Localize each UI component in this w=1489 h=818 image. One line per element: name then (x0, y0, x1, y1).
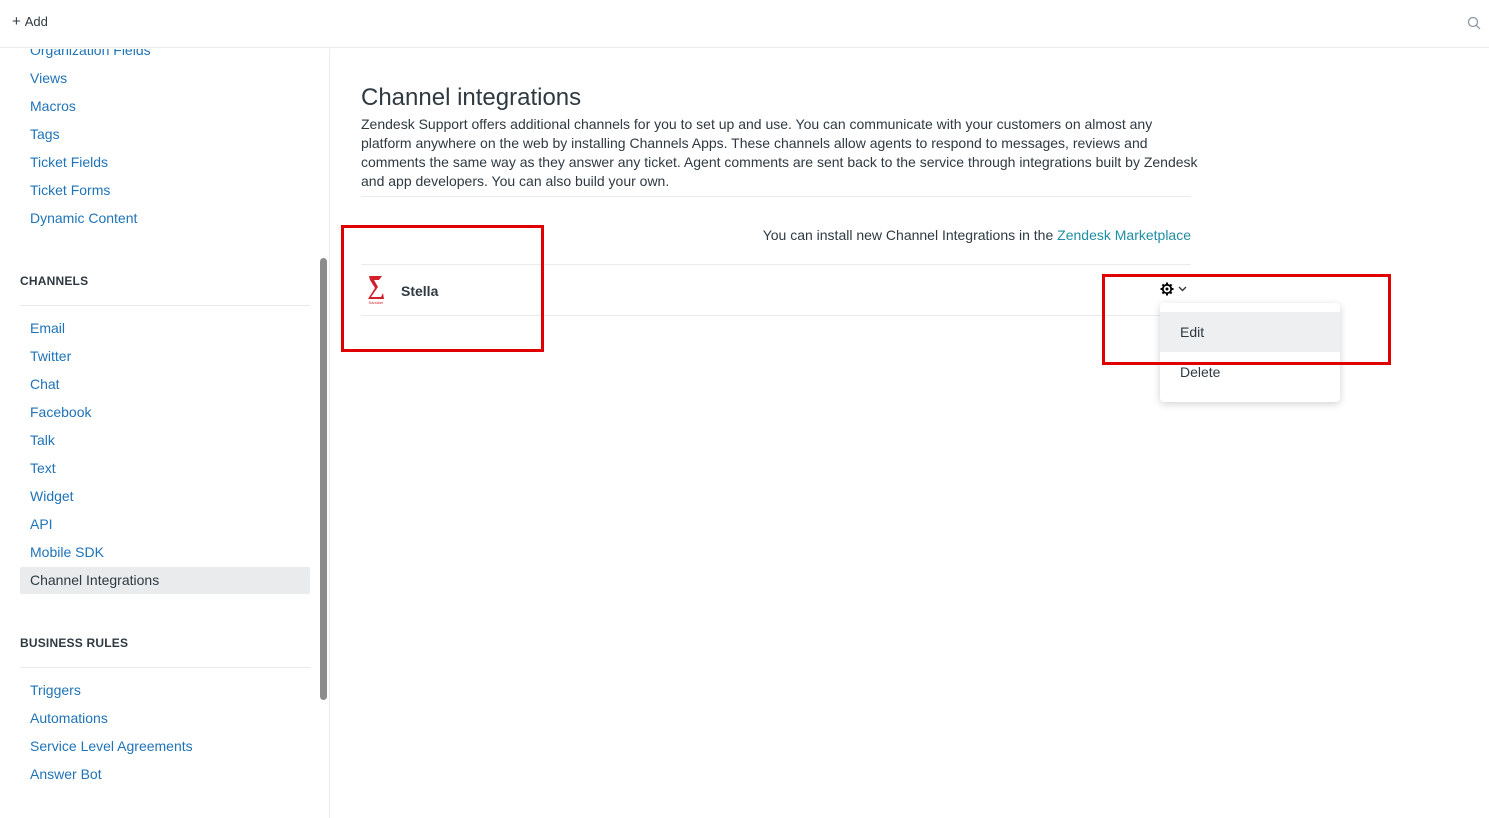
business-rules-heading: BUSINESS RULES (20, 636, 129, 650)
sidebar: Organization Fields Views Macros Tags Ti… (0, 49, 330, 818)
sidebar-item-email[interactable]: Email (30, 320, 65, 336)
sidebar-item-ticket-fields[interactable]: Ticket Fields (30, 154, 108, 170)
page-description: Zendesk Support offers additional channe… (361, 116, 1198, 189)
sidebar-item-answer-bot[interactable]: Answer Bot (30, 766, 102, 782)
sidebar-scrollbar[interactable] (320, 258, 327, 700)
plus-icon: + (12, 13, 21, 30)
sidebar-item-twitter[interactable]: Twitter (30, 348, 71, 364)
sidebar-item-triggers[interactable]: Triggers (30, 682, 81, 698)
sidebar-item-views[interactable]: Views (30, 70, 67, 86)
sidebar-item-channel-integrations[interactable]: Channel Integrations (30, 572, 159, 588)
sidebar-item-facebook[interactable]: Facebook (30, 404, 91, 420)
sidebar-item-chat[interactable]: Chat (30, 376, 60, 392)
add-button[interactable]: + Add (12, 14, 48, 29)
add-label: Add (24, 14, 48, 29)
sidebar-item-macros[interactable]: Macros (30, 98, 76, 114)
install-note: You can install new Channel Integrations… (763, 227, 1191, 243)
sidebar-item-widget[interactable]: Widget (30, 488, 74, 504)
highlight-box-integration (341, 225, 544, 352)
sidebar-item-automations[interactable]: Automations (30, 710, 108, 726)
top-bar: + Add (0, 0, 1489, 48)
highlight-box-actions (1102, 274, 1391, 365)
sidebar-item-dynamic-content[interactable]: Dynamic Content (30, 210, 137, 226)
description-divider (361, 196, 1191, 197)
channels-divider (20, 305, 310, 306)
marketplace-link[interactable]: Zendesk Marketplace (1057, 227, 1191, 243)
sidebar-item-organization-fields[interactable]: Organization Fields (30, 49, 151, 58)
sidebar-item-mobile-sdk[interactable]: Mobile SDK (30, 544, 104, 560)
install-note-text: You can install new Channel Integrations… (762, 227, 1054, 243)
sidebar-item-talk[interactable]: Talk (30, 432, 55, 448)
page-title: Channel integrations (361, 84, 582, 111)
sidebar-item-ticket-forms[interactable]: Ticket Forms (30, 182, 110, 198)
sidebar-item-tags[interactable]: Tags (30, 126, 60, 142)
sidebar-item-api[interactable]: API (30, 516, 53, 532)
sidebar-item-service-level-agreements[interactable]: Service Level Agreements (30, 738, 193, 754)
channels-heading: CHANNELS (20, 274, 89, 288)
business-rules-divider (20, 667, 310, 668)
search-icon[interactable] (1467, 16, 1481, 30)
sidebar-item-text[interactable]: Text (30, 460, 56, 476)
